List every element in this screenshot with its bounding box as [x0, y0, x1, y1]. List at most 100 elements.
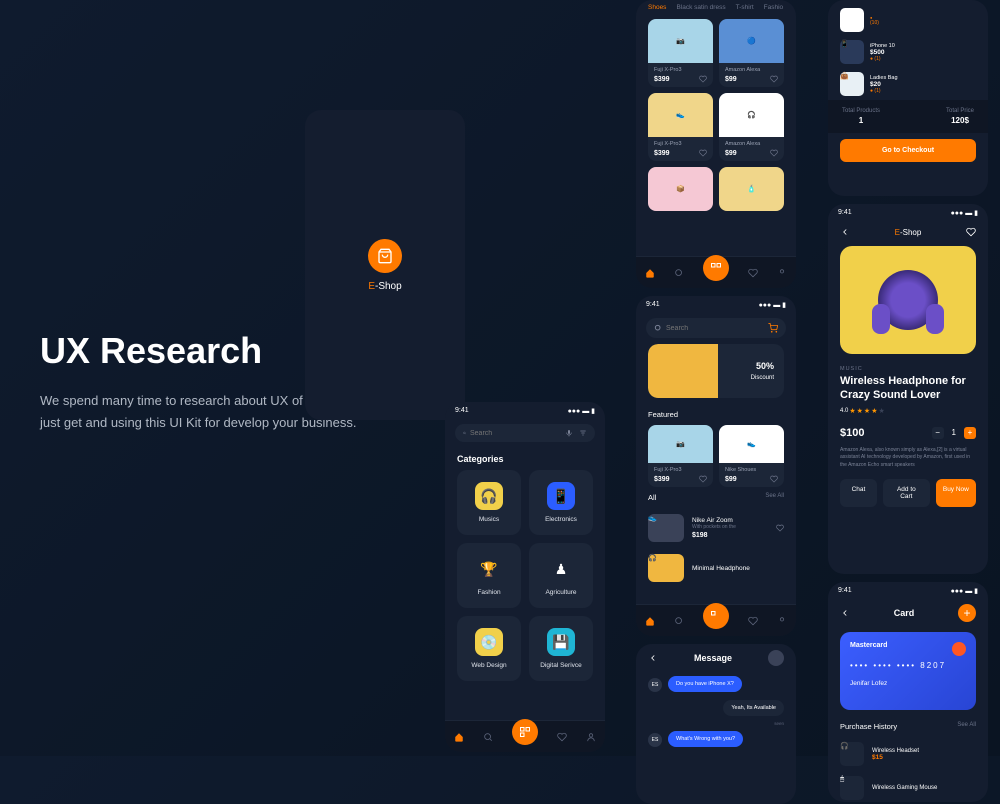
hero-image: [648, 344, 718, 398]
featured-item[interactable]: 📷 Fuji X-Pro3$399: [648, 425, 713, 487]
hero-banner[interactable]: 50%Discount: [648, 344, 784, 398]
history-title: Purchase History: [840, 722, 897, 731]
tab-tshirt[interactable]: T-shirt: [736, 4, 754, 11]
buy-now-button[interactable]: Buy Now: [936, 479, 976, 507]
tab-dress[interactable]: Black satin dress: [676, 4, 725, 11]
heart-icon[interactable]: [770, 75, 778, 83]
search-nav-icon[interactable]: [674, 268, 684, 278]
phone-cart: ●(10) 📱 iPhone 10$500● (1) 👜 Ladies Bag$…: [828, 0, 988, 196]
avatar[interactable]: [768, 650, 784, 666]
category-musics[interactable]: 🎧 Musics: [457, 470, 521, 535]
heart-nav-icon[interactable]: [748, 616, 758, 626]
scan-button[interactable]: [703, 255, 729, 281]
status-bar: 9:41●●● ▬ ▮: [636, 296, 796, 314]
search-nav-icon[interactable]: [674, 616, 684, 626]
search-input[interactable]: [666, 325, 764, 332]
back-icon[interactable]: [648, 653, 658, 663]
heart-icon[interactable]: [699, 149, 707, 157]
message-bubble: What's Wrong with you?: [668, 731, 743, 747]
purchase-item[interactable]: 🖱 Wireless Gaming Mouse: [828, 771, 988, 802]
heart-icon[interactable]: [770, 149, 778, 157]
heart-icon[interactable]: [966, 227, 976, 237]
tab-shoes[interactable]: Shoes: [648, 4, 666, 11]
search-bar[interactable]: [455, 424, 595, 442]
bottom-nav: [636, 256, 796, 288]
heart-nav-icon[interactable]: [748, 268, 758, 278]
scan-button[interactable]: [703, 603, 729, 629]
mic-icon[interactable]: [565, 429, 573, 437]
list-item[interactable]: 🎧 Minimal Headphone: [636, 548, 796, 588]
qty-minus[interactable]: −: [932, 427, 944, 439]
search-input[interactable]: [470, 430, 561, 437]
add-to-cart-button[interactable]: Add to Cart: [883, 479, 930, 507]
app-logo-icon: [368, 239, 402, 273]
home-icon[interactable]: [454, 732, 464, 742]
filter-icon[interactable]: [579, 429, 587, 437]
card-holder: Jenifar Lofez: [850, 680, 966, 687]
product-card[interactable]: 👟 Fuji X-Pro3$399: [648, 93, 713, 161]
qty-plus[interactable]: +: [964, 427, 976, 439]
user-nav-icon[interactable]: [777, 268, 787, 278]
phone-products: Shoes Black satin dress T-shirt Fashio 📷…: [636, 0, 796, 288]
categories-title: Categories: [445, 446, 605, 470]
product-card[interactable]: 🧴: [719, 167, 784, 211]
search-nav-icon[interactable]: [483, 732, 493, 742]
phone-message: Message ES Do you have iPhone X? Yeah, I…: [636, 644, 796, 804]
category-digital[interactable]: 💾 Digital Serivce: [529, 616, 593, 681]
heart-icon[interactable]: [699, 475, 707, 483]
all-title: All: [648, 493, 656, 502]
heart-icon[interactable]: [770, 475, 778, 483]
checkout-button[interactable]: Go to Checkout: [840, 139, 976, 162]
product-card[interactable]: 📦: [648, 167, 713, 211]
category-tabs: Shoes Black satin dress T-shirt Fashio: [636, 0, 796, 15]
see-all-link[interactable]: See All: [957, 722, 976, 731]
webdesign-icon: 💿: [475, 628, 503, 656]
product-hero-image: [840, 246, 976, 354]
category-electronics[interactable]: 📱 Electronics: [529, 470, 593, 535]
heart-icon[interactable]: [776, 524, 784, 532]
see-all-link[interactable]: See All: [765, 493, 784, 502]
cart-item-image: 👜: [840, 72, 864, 96]
category-fashion[interactable]: 🏆 Fashion: [457, 543, 521, 608]
card-page-title: Card: [894, 608, 915, 618]
status-bar: 9:41●●● ▬ ▮: [828, 204, 988, 222]
product-image: 📦: [648, 167, 713, 211]
category-webdesign[interactable]: 💿 Web Design: [457, 616, 521, 681]
heart-nav-icon[interactable]: [557, 732, 567, 742]
app-name: E-Shop: [368, 281, 401, 292]
purchase-image: 🎧: [840, 742, 864, 766]
scan-button[interactable]: [512, 719, 538, 745]
back-icon[interactable]: [840, 227, 850, 237]
category-agriculture[interactable]: ♟ Agriculture: [529, 543, 593, 608]
cart-item[interactable]: 👜 Ladies Bag$20● (1): [828, 68, 988, 100]
qty-value: 1: [952, 428, 956, 437]
list-item[interactable]: 👟 Nike Air ZoomWith pockets on the$198: [636, 508, 796, 548]
user-nav-icon[interactable]: [586, 732, 596, 742]
purchase-item[interactable]: 🎧 Wireless Headset$15: [828, 737, 988, 771]
add-card-button[interactable]: +: [958, 604, 976, 622]
user-nav-icon[interactable]: [777, 616, 787, 626]
home-icon[interactable]: [645, 268, 655, 278]
cart-item[interactable]: ●(10): [828, 0, 988, 36]
product-image: 👟: [648, 93, 713, 137]
message-time: seen: [636, 720, 796, 727]
cart-item[interactable]: 📱 iPhone 10$500● (1): [828, 36, 988, 68]
cart-icon[interactable]: [768, 323, 778, 333]
cart-item-image: [840, 8, 864, 32]
message-bubble: Yeah, Its Available: [723, 700, 784, 716]
back-icon[interactable]: [840, 608, 850, 618]
product-image: 📷: [648, 19, 713, 63]
tab-fashion[interactable]: Fashio: [764, 4, 784, 11]
heart-icon[interactable]: [699, 75, 707, 83]
phone-categories: 9:41 ●●● ▬ ▮ Categories 🎧 Musics 📱 Elect…: [445, 402, 605, 752]
product-card[interactable]: 🎧 Amazon Alexa$99: [719, 93, 784, 161]
status-bar: 9:41●●● ▬ ▮: [828, 582, 988, 600]
featured-item[interactable]: 👟 Nike Shoues$99: [719, 425, 784, 487]
product-card[interactable]: 📷 Fuji X-Pro3$399: [648, 19, 713, 87]
phone-card: 9:41●●● ▬ ▮ Card + Mastercard •••• •••• …: [828, 582, 988, 802]
product-card[interactable]: 🔵 Amazon Alexa$99: [719, 19, 784, 87]
credit-card[interactable]: Mastercard •••• •••• •••• 8207 Jenifar L…: [840, 632, 976, 710]
chat-button[interactable]: Chat: [840, 479, 877, 507]
home-icon[interactable]: [645, 616, 655, 626]
search-bar[interactable]: [646, 318, 786, 338]
